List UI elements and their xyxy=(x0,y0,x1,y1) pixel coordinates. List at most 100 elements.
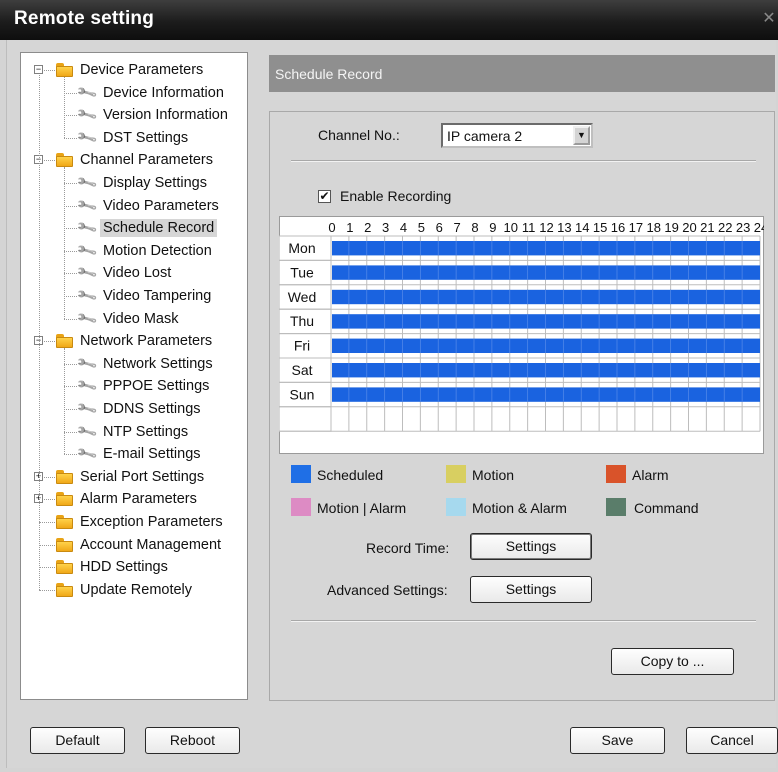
tree-item-label: Version Information xyxy=(103,107,228,124)
schedule-bar[interactable] xyxy=(332,338,760,353)
legend-label-motion-and-alarm: Motion & Alarm xyxy=(472,500,567,516)
day-label: Wed xyxy=(288,289,317,305)
wrench-icon: 🔧 xyxy=(75,352,99,375)
channel-select[interactable]: IP camera 2 ▼ xyxy=(441,123,593,148)
schedule-bar[interactable] xyxy=(332,265,760,280)
remote-setting-window: Remote setting ✕ − Device Parameters 🔧 Devi… xyxy=(0,0,778,772)
close-icon[interactable]: ✕ xyxy=(758,7,778,31)
tree-item[interactable]: 🔧 Video Parameters xyxy=(75,193,222,217)
tree-item[interactable]: Exception Parameters xyxy=(56,511,226,533)
hour-label: 12 xyxy=(539,220,553,235)
hour-label: 3 xyxy=(382,220,389,235)
tree-item-label: Device Parameters xyxy=(80,62,204,78)
cancel-button[interactable]: Cancel xyxy=(686,727,778,754)
tree-item[interactable]: 🔧 NTP Settings xyxy=(75,420,191,443)
legend-label-alarm: Alarm xyxy=(632,467,669,483)
tree-item[interactable]: 🔧 Display Settings xyxy=(75,171,210,194)
tree-item[interactable]: 🔧 DST Settings xyxy=(75,126,191,149)
tree-item[interactable]: Account Management xyxy=(56,534,224,556)
day-label: Mon xyxy=(288,240,315,256)
tree-item-label: Display Settings xyxy=(103,175,207,191)
day-label: Sat xyxy=(291,362,312,378)
tree-item[interactable]: Channel Parameters xyxy=(56,149,216,171)
tree-item-label: Device Information xyxy=(103,84,224,101)
save-button[interactable]: Save xyxy=(570,727,665,754)
legend-swatch-scheduled xyxy=(291,465,311,483)
hour-label: 9 xyxy=(489,220,496,235)
folder-icon xyxy=(56,334,73,349)
collapse-icon[interactable]: − xyxy=(34,65,43,74)
hour-label: 8 xyxy=(471,220,478,235)
tree-item[interactable]: Device Parameters xyxy=(56,59,206,81)
hour-label: 22 xyxy=(718,220,732,235)
tree-item[interactable]: 🔧 DDNS Settings xyxy=(75,397,204,420)
enable-recording-checkbox[interactable]: ✔ xyxy=(318,190,331,203)
separator xyxy=(291,620,756,622)
hour-label: 19 xyxy=(664,220,678,235)
tree-item-label: Exception Parameters xyxy=(80,514,223,530)
tree-item[interactable]: 🔧 Video Lost xyxy=(75,261,174,285)
tree-item-label: Account Management xyxy=(80,536,222,553)
tree-item[interactable]: 🔧 Network Settings xyxy=(75,352,216,375)
hour-label: 1 xyxy=(346,220,353,235)
day-label: Thu xyxy=(290,313,314,329)
tree-item[interactable]: 🔧 Schedule Record xyxy=(75,217,218,239)
tree-item[interactable]: 🔧 Video Tampering xyxy=(75,284,214,307)
tree-item-label: Video Lost xyxy=(103,265,172,282)
tree-item-label: E-mail Settings xyxy=(103,446,201,463)
legend-swatch-motion-and-alarm xyxy=(446,498,466,516)
schedule-bar[interactable] xyxy=(332,387,760,402)
hour-label: 0 xyxy=(328,220,335,235)
tree-item-label: HDD Settings xyxy=(80,559,168,576)
title-bar[interactable]: Remote setting ✕ xyxy=(0,0,778,40)
hour-label: 14 xyxy=(575,220,589,235)
tree-item[interactable]: Serial Port Settings xyxy=(56,466,207,488)
tree-item-label: Serial Port Settings xyxy=(80,468,205,485)
schedule-grid[interactable]: 0123456789101112131415161718192021222324… xyxy=(279,216,764,454)
tree-item-label: Alarm Parameters xyxy=(80,491,197,508)
wrench-icon: 🔧 xyxy=(75,126,99,149)
wrench-icon: 🔧 xyxy=(75,284,99,307)
day-label: Fri xyxy=(294,338,310,354)
legend-label-command: Command xyxy=(634,500,699,516)
schedule-bar[interactable] xyxy=(332,363,760,378)
tree-item[interactable]: 🔧 Motion Detection xyxy=(75,239,215,262)
hour-label: 2 xyxy=(364,220,371,235)
enable-recording-label[interactable]: Enable Recording xyxy=(340,188,451,204)
tree-item-label: DST Settings xyxy=(103,129,189,146)
schedule-bar[interactable] xyxy=(332,289,760,305)
record-time-settings-button[interactable]: Settings xyxy=(470,533,592,560)
channel-select-value: IP camera 2 xyxy=(447,128,523,144)
tree-item[interactable]: 🔧 PPPOE Settings xyxy=(75,374,212,398)
wrench-icon: 🔧 xyxy=(75,103,99,127)
tree-item[interactable]: Update Remotely xyxy=(56,579,195,601)
tree-item[interactable]: 🔧 Device Information xyxy=(75,80,227,104)
tree-item[interactable]: 🔧 Video Mask xyxy=(75,307,182,330)
tree-item[interactable]: 🔧 Version Information xyxy=(75,103,231,127)
tree-item[interactable]: HDD Settings xyxy=(56,556,171,578)
tree-item-label: Schedule Record xyxy=(100,219,218,238)
tree-item-label: PPPOE Settings xyxy=(103,378,210,395)
chevron-down-icon[interactable]: ▼ xyxy=(573,126,590,145)
schedule-bar[interactable] xyxy=(332,241,760,256)
hour-label: 18 xyxy=(647,220,661,235)
wrench-icon: 🔧 xyxy=(75,193,99,217)
reboot-button[interactable]: Reboot xyxy=(145,727,240,754)
default-button[interactable]: Default xyxy=(30,727,125,754)
tree-item[interactable]: Alarm Parameters xyxy=(56,488,200,510)
tree-item[interactable]: Network Parameters xyxy=(56,330,215,352)
legend-swatch-motion-or-alarm xyxy=(291,498,311,516)
wrench-icon: 🔧 xyxy=(75,261,99,285)
tree-item[interactable]: 🔧 E-mail Settings xyxy=(75,443,204,466)
tree-item-label: DDNS Settings xyxy=(103,401,201,417)
hour-label: 11 xyxy=(522,220,536,235)
wrench-icon: 🔧 xyxy=(75,374,99,398)
advanced-settings-button[interactable]: Settings xyxy=(470,576,592,603)
folder-icon xyxy=(56,537,73,552)
schedule-bar[interactable] xyxy=(332,314,760,329)
wrench-icon: 🔧 xyxy=(75,80,99,104)
settings-tree[interactable]: − Device Parameters 🔧 Device Information 🔧 Ve… xyxy=(20,52,248,700)
copy-to-button[interactable]: Copy to ... xyxy=(611,648,734,675)
legend-label-motion-or-alarm: Motion | Alarm xyxy=(317,500,407,516)
window-title: Remote setting xyxy=(14,8,155,29)
